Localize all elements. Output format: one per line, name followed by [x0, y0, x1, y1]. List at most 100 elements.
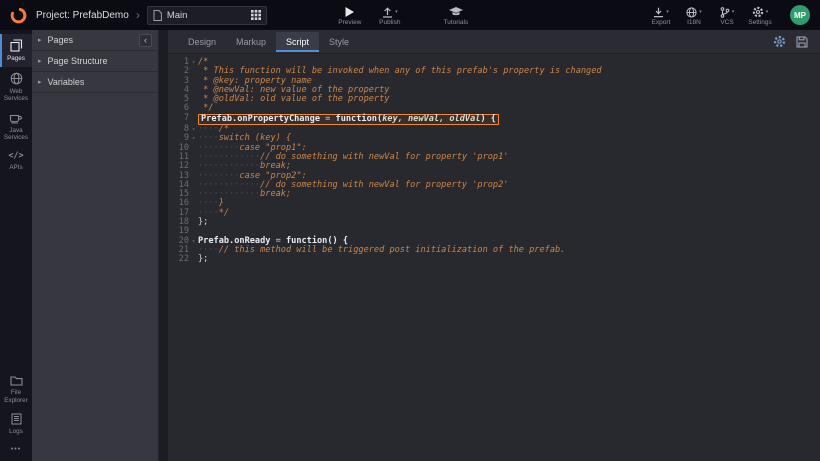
fold-gutter-spacer: [189, 95, 198, 104]
page-selector[interactable]: Main: [147, 6, 267, 25]
sidebar-item-pages[interactable]: Pages: [0, 34, 32, 67]
preview-button[interactable]: Preview: [335, 5, 365, 26]
caret-down-icon: ▾: [766, 10, 769, 18]
page-icon: [153, 10, 162, 21]
topbar: Project: PrefabDemo › Main: [0, 0, 820, 30]
sidebar-item-label: Logs: [8, 428, 24, 436]
code-line[interactable]: 17····*/: [170, 209, 820, 218]
code-line-text: };: [198, 255, 208, 264]
code-line[interactable]: 5 * @oldVal: old value of the property: [170, 95, 820, 104]
code-editor[interactable]: 1▾/*2 * This function will be invoked wh…: [168, 54, 820, 461]
editor-area: Design Markup Script Style 1▾/*2 * This …: [168, 30, 820, 461]
fold-gutter-spacer: [189, 209, 198, 218]
fold-toggle-icon[interactable]: ▾: [189, 58, 198, 67]
publish-button[interactable]: ▾ Publish: [375, 5, 405, 26]
code-line-text: Prefab.onPropertyChange = function(key, …: [198, 114, 499, 125]
vcs-button[interactable]: ▾ VCS: [714, 5, 740, 26]
sidebar-item-label: Java Services: [0, 127, 32, 142]
export-icon: [653, 7, 664, 18]
settings-button[interactable]: ▾ Settings: [747, 5, 773, 26]
fold-toggle-icon[interactable]: ▾: [189, 125, 198, 134]
user-avatar[interactable]: MP: [790, 5, 810, 25]
fold-gutter-spacer: [189, 255, 198, 264]
apis-icon: </>: [8, 151, 23, 161]
panel-section-label: Variables: [48, 77, 85, 87]
code-line[interactable]: 18};: [170, 218, 820, 227]
caret-down-icon: ▾: [395, 10, 398, 18]
panel-splitter[interactable]: [159, 30, 168, 461]
tab-style[interactable]: Style: [319, 32, 359, 52]
git-branch-icon: [720, 7, 730, 18]
export-label: Export: [652, 19, 671, 26]
fold-gutter-spacer: [189, 199, 198, 208]
project-label: Project: PrefabDemo: [36, 10, 129, 21]
left-rail: Pages Web Services Java Services </> API…: [0, 30, 32, 461]
fold-toggle-icon[interactable]: ▾: [189, 134, 198, 143]
sidebar-item-web-services[interactable]: Web Services: [0, 67, 32, 107]
code-line[interactable]: 21····// this method will be triggered p…: [170, 246, 820, 255]
more-options-button[interactable]: •••: [0, 440, 32, 461]
code-line-text: ····// this method will be triggered pos…: [198, 246, 565, 255]
fold-toggle-icon[interactable]: ▾: [189, 237, 198, 246]
web-services-icon: [10, 72, 23, 85]
code-line[interactable]: 15············break;: [170, 190, 820, 199]
code-line[interactable]: 7Prefab.onPropertyChange = function(key,…: [170, 114, 820, 125]
wavemaker-logo[interactable]: [10, 6, 28, 24]
play-icon: [344, 6, 355, 18]
topbar-right-actions: ▾ Export ▾ I18N ▾: [648, 5, 810, 26]
sidebar-item-label: Web Services: [0, 88, 32, 103]
grid-menu-button[interactable]: [251, 10, 261, 20]
collapse-panel-button[interactable]: ‹: [139, 34, 152, 47]
code-line[interactable]: 16····}: [170, 199, 820, 208]
fold-gutter-spacer: [189, 104, 198, 113]
fold-gutter-spacer: [189, 190, 198, 199]
caret-down-icon: ▾: [699, 10, 702, 18]
tab-script[interactable]: Script: [276, 32, 319, 52]
tab-design[interactable]: Design: [178, 32, 226, 52]
graduation-cap-icon: [449, 7, 463, 18]
sidebar-item-logs[interactable]: Logs: [0, 408, 32, 440]
fold-gutter-spacer: [189, 144, 198, 153]
preview-label: Preview: [338, 19, 361, 26]
chevron-right-icon: ▸: [38, 36, 42, 44]
fold-gutter-spacer: [189, 181, 198, 190]
pages-panel: ▸ Pages ‹ ▸ Page Structure ▸ Variables: [32, 30, 159, 461]
fold-gutter-spacer: [189, 114, 198, 125]
publish-label: Publish: [379, 19, 400, 26]
settings-label: Settings: [748, 19, 772, 26]
editor-tabbar: Design Markup Script Style: [168, 30, 820, 54]
code-lines: 1▾/*2 * This function will be invoked wh…: [170, 58, 820, 265]
i18n-button[interactable]: ▾ I18N: [681, 5, 707, 26]
file-explorer-icon: [10, 375, 23, 386]
fold-gutter-spacer: [189, 172, 198, 181]
code-line-text: */: [198, 104, 214, 113]
panel-section-variables[interactable]: ▸ Variables: [32, 72, 158, 93]
fold-gutter-spacer: [189, 86, 198, 95]
export-button[interactable]: ▾ Export: [648, 5, 674, 26]
code-line-text: * @oldVal: old value of the property: [198, 95, 389, 104]
caret-down-icon: ▾: [666, 10, 669, 18]
sidebar-item-apis[interactable]: </> APIs: [0, 146, 32, 176]
panel-section-pages[interactable]: ▸ Pages ‹: [32, 30, 158, 51]
studio-window: Project: PrefabDemo › Main: [0, 0, 820, 461]
logo-swirl-icon: [10, 7, 27, 24]
i18n-label: I18N: [687, 19, 701, 26]
highlighted-code-box: Prefab.onPropertyChange = function(key, …: [198, 114, 499, 125]
panel-section-page-structure[interactable]: ▸ Page Structure: [32, 51, 158, 72]
tutorials-button[interactable]: Tutorials: [441, 5, 471, 26]
sidebar-item-file-explorer[interactable]: File Explorer: [0, 370, 32, 408]
code-line[interactable]: 6 */: [170, 104, 820, 113]
save-icon[interactable]: [796, 36, 808, 48]
left-rail-bottom: File Explorer Logs •••: [0, 370, 32, 461]
sidebar-item-label: File Explorer: [0, 389, 32, 404]
fold-gutter-spacer: [189, 77, 198, 86]
code-line[interactable]: 22};: [170, 255, 820, 264]
publish-upload-icon: [382, 7, 393, 18]
tab-markup[interactable]: Markup: [226, 32, 276, 52]
sidebar-item-label: Pages: [6, 55, 26, 63]
grid-icon: [251, 10, 261, 20]
logs-icon: [11, 413, 22, 425]
editor-settings-gear-icon[interactable]: [773, 35, 786, 48]
sidebar-item-java-services[interactable]: Java Services: [0, 107, 32, 146]
line-number: 22: [170, 255, 189, 264]
